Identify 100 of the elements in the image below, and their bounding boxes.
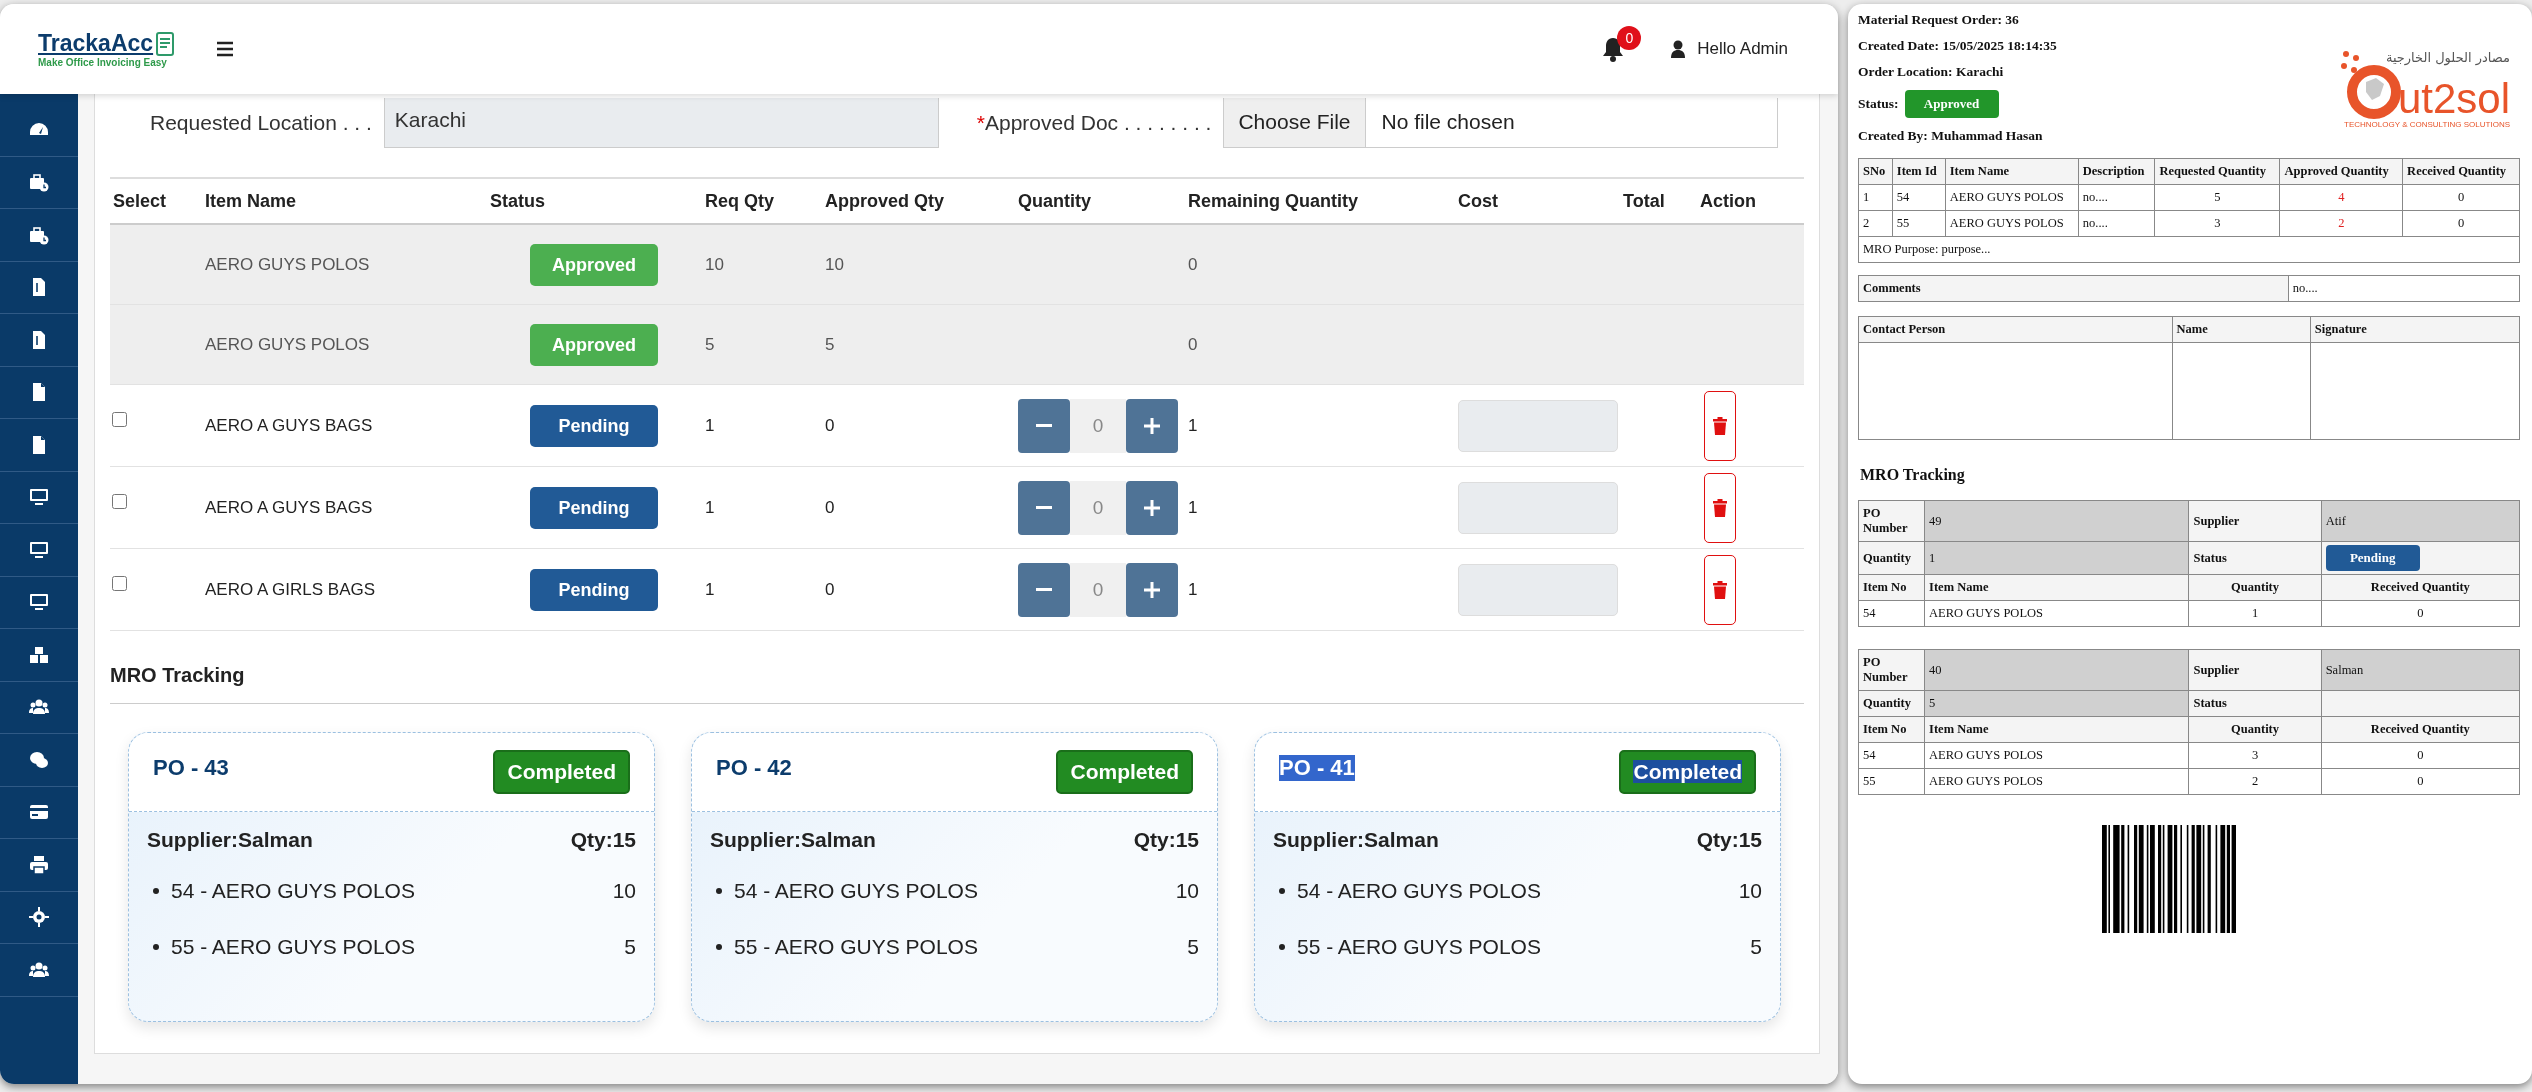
column-header: Signature — [2310, 316, 2520, 343]
table-cell: 0 — [2321, 768, 2520, 795]
table-cell-text: AERO GUYS POLOS — [205, 334, 371, 355]
increment-button[interactable] — [1126, 480, 1178, 535]
table-cell: 3 — [2154, 210, 2280, 237]
supplier-label: Supplier:Salman — [147, 828, 313, 852]
table-cell-text: 0 — [825, 497, 836, 518]
item-text: 55 - AERO GUYS POLOS — [171, 935, 416, 959]
location-field[interactable]: Karachi — [383, 98, 939, 148]
table-cell-text: 5 — [705, 334, 716, 355]
table-cell-text: 0 — [1188, 334, 1199, 355]
column-header: Status — [490, 190, 546, 212]
row-header: Status — [2189, 690, 2322, 717]
file-input[interactable]: Choose File No file chosen — [1223, 98, 1779, 148]
decrement-button[interactable] — [1018, 398, 1070, 453]
table-cell: 3 — [2189, 742, 2322, 769]
po-title: PO - 42 — [716, 755, 792, 781]
table-cell: AERO GUYS POLOS — [1924, 742, 2189, 769]
logo-tagline: Make Office Invoicing Easy — [38, 57, 168, 68]
row-header: Comments — [1858, 275, 2289, 302]
table-cell: 0 — [2402, 210, 2520, 237]
column-header: Item Name — [205, 190, 298, 212]
table-cell: 55 — [1892, 210, 1946, 237]
plus-icon — [1144, 417, 1160, 434]
trash-icon — [1713, 580, 1727, 599]
table-cell: 1 — [1924, 541, 2189, 575]
table-cell-text: 1 — [705, 497, 716, 518]
cost-field[interactable] — [1458, 563, 1618, 616]
user-greeting[interactable]: Hello Admin — [1697, 39, 1788, 59]
column-header: Cost — [1458, 190, 1499, 212]
bullet-icon — [153, 888, 159, 894]
document-info: Material Request Order: 36 — [1858, 12, 2020, 28]
plus-icon — [1144, 499, 1160, 516]
cost-field[interactable] — [1458, 399, 1618, 452]
row-checkbox[interactable] — [112, 412, 127, 427]
logo-brand: ut2sol — [2397, 78, 2510, 120]
table-cell: 0 — [2321, 600, 2520, 627]
decrement-button[interactable] — [1018, 480, 1070, 535]
table-cell: 49 — [1924, 500, 2189, 542]
column-header: Item No — [1858, 574, 1925, 601]
quantity-label: Qty:15 — [1696, 828, 1762, 852]
table-cell-text: 0 — [1188, 254, 1199, 275]
status-label: Status: — [1858, 96, 1899, 112]
row-checkbox[interactable] — [112, 576, 127, 591]
table-cell: 5 — [1924, 690, 2189, 717]
trash-icon — [1713, 498, 1727, 517]
item-text: 55 - AERO GUYS POLOS — [1297, 935, 1542, 959]
item-quantity: 10 — [612, 879, 636, 903]
user-icon — [1671, 40, 1686, 58]
bullet-icon — [716, 888, 722, 894]
table-cell: 5 — [2154, 184, 2280, 211]
increment-button[interactable] — [1126, 398, 1178, 453]
cost-field[interactable] — [1458, 481, 1618, 534]
minus-icon — [1036, 587, 1052, 592]
bell-icon[interactable] — [1601, 36, 1626, 62]
table-cell-text: 1 — [1188, 497, 1199, 518]
decrement-button[interactable] — [1018, 562, 1070, 617]
table-cell: no.... — [2078, 210, 2155, 237]
table-cell: AERO GUYS POLOS — [1945, 184, 2079, 211]
delete-button[interactable] — [1704, 390, 1736, 461]
table-cell-text: 1 — [705, 415, 716, 436]
logo-arabic-text: مصادر الحلول الخارجية — [2385, 50, 2510, 65]
row-checkbox[interactable] — [112, 494, 127, 509]
table-cell-text: 10 — [825, 254, 845, 275]
quantity-label: Qty:15 — [570, 828, 636, 852]
column-header: Quantity — [2189, 574, 2322, 601]
table-cell-text: 1 — [1188, 415, 1199, 436]
column-header: Remaining Quantity — [1188, 190, 1359, 212]
status-badge: Pending — [2325, 545, 2420, 571]
field-label: *Approved Doc . . . . . . . . — [976, 111, 1212, 135]
table-cell: 2 — [2280, 210, 2403, 237]
increment-button[interactable] — [1126, 562, 1178, 617]
field-label: Requested Location . . . — [150, 111, 372, 135]
row-header: Quantity — [1858, 690, 1925, 717]
status-badge: Completed — [493, 750, 630, 794]
status-badge: Pending — [530, 486, 658, 529]
column-header: SNo — [1858, 158, 1893, 185]
document-info: Order Location: Karachi — [1858, 64, 2005, 80]
table-cell: 1 — [2189, 600, 2322, 627]
column-header: Received Quantity — [2402, 158, 2520, 185]
column-header: Quantity — [2189, 716, 2322, 743]
table-cell: 4 — [2280, 184, 2403, 211]
row-header: Supplier — [2189, 649, 2322, 691]
table-cell: Salman — [2321, 649, 2520, 691]
status-badge: Approved — [530, 323, 658, 366]
table-cell-text: 0 — [825, 579, 836, 600]
table-cell: 2 — [1858, 210, 1893, 237]
logo-tagline: TECHNOLOGY & CONSULTING SOLUTIONS — [2344, 120, 2510, 129]
document-info: Created Date: 15/05/2025 18:14:35 — [1858, 38, 2057, 54]
minus-icon — [1036, 423, 1052, 428]
section-title: MRO Tracking — [1860, 466, 1966, 484]
delete-button[interactable] — [1704, 472, 1736, 543]
table-cell: 40 — [1924, 649, 2189, 691]
purpose-text: MRO Purpose: purpose... — [1858, 236, 2520, 263]
case-icon — [29, 172, 49, 193]
column-header: Item Name — [1924, 574, 2189, 601]
table-cell: 0 — [2321, 742, 2520, 769]
column-header: Item Id — [1892, 158, 1946, 185]
item-text: 54 - AERO GUYS POLOS — [734, 879, 979, 903]
delete-button[interactable] — [1704, 554, 1736, 625]
